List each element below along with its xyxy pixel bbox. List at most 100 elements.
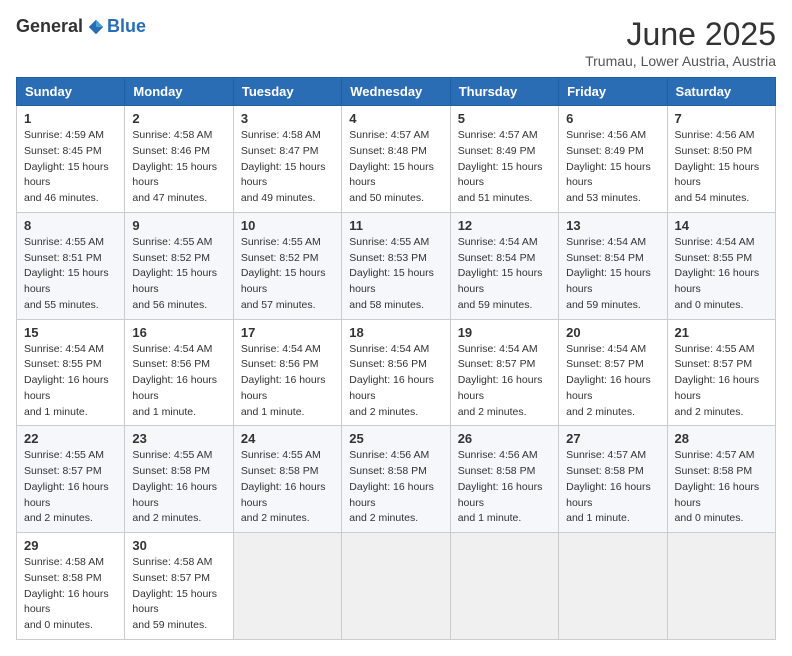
calendar-header-cell: Friday — [559, 78, 667, 106]
calendar-day-cell: 11 Sunrise: 4:55 AMSunset: 8:53 PMDayligh… — [342, 212, 450, 319]
day-number: 1 — [24, 111, 117, 126]
calendar-day-cell: 13Sunrise: 4:54 AMSunset: 8:54 PMDayligh… — [559, 212, 667, 319]
calendar-day-cell — [342, 533, 450, 640]
day-number: 4 — [349, 111, 442, 126]
day-number: 22 — [24, 431, 117, 446]
day-number: 8 — [24, 218, 117, 233]
calendar-day-cell: 19 Sunrise: 4:54 AMSunset: 8:57 PMDayligh… — [450, 319, 558, 426]
calendar-week-row: 22 Sunrise: 4:55 AMSunset: 8:57 PMDayligh… — [17, 426, 776, 533]
day-detail: Sunrise: 4:55 AMSunset: 8:58 PMDaylight:… — [132, 448, 225, 527]
day-number: 11 — [349, 218, 442, 233]
day-number: 10 — [241, 218, 334, 233]
day-detail: Sunrise: 4:56 AMSunset: 8:58 PMDaylight:… — [349, 448, 442, 527]
logo-general: General — [16, 16, 83, 37]
day-detail: Sunrise: 4:55 AMSunset: 8:52 PMDaylight:… — [132, 235, 225, 314]
day-detail: Sunrise: 4:55 AMSunset: 8:57 PMDaylight:… — [675, 342, 768, 421]
calendar-week-row: 15 Sunrise: 4:54 AMSunset: 8:55 PMDayligh… — [17, 319, 776, 426]
calendar-day-cell — [559, 533, 667, 640]
day-detail: Sunrise: 4:55 AMSunset: 8:57 PMDaylight:… — [24, 448, 117, 527]
day-detail: Sunrise: 4:55 AMSunset: 8:58 PMDaylight:… — [241, 448, 334, 527]
day-detail: Sunrise: 4:54 AMSunset: 8:57 PMDaylight:… — [566, 342, 659, 421]
day-number: 9 — [132, 218, 225, 233]
calendar-day-cell: 4 Sunrise: 4:57 AMSunset: 8:48 PMDaylight… — [342, 106, 450, 213]
day-detail: Sunrise: 4:54 AMSunset: 8:56 PMDaylight:… — [132, 342, 225, 421]
calendar-day-cell: 29 Sunrise: 4:58 AMSunset: 8:58 PMDayligh… — [17, 533, 125, 640]
day-detail: Sunrise: 4:58 AMSunset: 8:57 PMDaylight:… — [132, 555, 225, 634]
calendar-day-cell: 22 Sunrise: 4:55 AMSunset: 8:57 PMDayligh… — [17, 426, 125, 533]
calendar-week-row: 1 Sunrise: 4:59 AMSunset: 8:45 PMDaylight… — [17, 106, 776, 213]
day-number: 19 — [458, 325, 551, 340]
day-number: 23 — [132, 431, 225, 446]
day-number: 12 — [458, 218, 551, 233]
day-number: 7 — [675, 111, 768, 126]
calendar-week-row: 29 Sunrise: 4:58 AMSunset: 8:58 PMDayligh… — [17, 533, 776, 640]
day-detail: Sunrise: 4:55 AMSunset: 8:51 PMDaylight:… — [24, 235, 117, 314]
month-title: June 2025 — [585, 16, 776, 53]
day-number: 15 — [24, 325, 117, 340]
day-detail: Sunrise: 4:57 AMSunset: 8:58 PMDaylight:… — [675, 448, 768, 527]
calendar-header-cell: Thursday — [450, 78, 558, 106]
day-number: 30 — [132, 538, 225, 553]
day-detail: Sunrise: 4:54 AMSunset: 8:57 PMDaylight:… — [458, 342, 551, 421]
day-detail: Sunrise: 4:56 AMSunset: 8:49 PMDaylight:… — [566, 128, 659, 207]
calendar-day-cell: 16 Sunrise: 4:54 AMSunset: 8:56 PMDayligh… — [125, 319, 233, 426]
day-number: 29 — [24, 538, 117, 553]
calendar-day-cell: 10 Sunrise: 4:55 AMSunset: 8:52 PMDayligh… — [233, 212, 341, 319]
day-number: 25 — [349, 431, 442, 446]
day-detail: Sunrise: 4:58 AMSunset: 8:47 PMDaylight:… — [241, 128, 334, 207]
logo-icon — [87, 18, 105, 36]
calendar-day-cell: 6 Sunrise: 4:56 AMSunset: 8:49 PMDaylight… — [559, 106, 667, 213]
calendar-header-cell: Tuesday — [233, 78, 341, 106]
calendar-header: SundayMondayTuesdayWednesdayThursdayFrid… — [17, 78, 776, 106]
calendar-day-cell: 20 Sunrise: 4:54 AMSunset: 8:57 PMDayligh… — [559, 319, 667, 426]
calendar-day-cell: 7 Sunrise: 4:56 AMSunset: 8:50 PMDaylight… — [667, 106, 775, 213]
day-number: 18 — [349, 325, 442, 340]
day-detail: Sunrise: 4:57 AMSunset: 8:48 PMDaylight:… — [349, 128, 442, 207]
day-detail: Sunrise: 4:56 AMSunset: 8:50 PMDaylight:… — [675, 128, 768, 207]
calendar-day-cell: 3Sunrise: 4:58 AMSunset: 8:47 PMDaylight… — [233, 106, 341, 213]
calendar-day-cell: 18 Sunrise: 4:54 AMSunset: 8:56 PMDayligh… — [342, 319, 450, 426]
calendar-day-cell: 24Sunrise: 4:55 AMSunset: 8:58 PMDayligh… — [233, 426, 341, 533]
calendar-day-cell — [450, 533, 558, 640]
calendar-body: 1 Sunrise: 4:59 AMSunset: 8:45 PMDaylight… — [17, 106, 776, 640]
calendar-day-cell: 25 Sunrise: 4:56 AMSunset: 8:58 PMDayligh… — [342, 426, 450, 533]
calendar-day-cell: 17Sunrise: 4:54 AMSunset: 8:56 PMDayligh… — [233, 319, 341, 426]
day-detail: Sunrise: 4:59 AMSunset: 8:45 PMDaylight:… — [24, 128, 117, 207]
calendar-day-cell: 27Sunrise: 4:57 AMSunset: 8:58 PMDayligh… — [559, 426, 667, 533]
calendar-day-cell: 8 Sunrise: 4:55 AMSunset: 8:51 PMDaylight… — [17, 212, 125, 319]
day-detail: Sunrise: 4:55 AMSunset: 8:52 PMDaylight:… — [241, 235, 334, 314]
calendar-week-row: 8 Sunrise: 4:55 AMSunset: 8:51 PMDaylight… — [17, 212, 776, 319]
day-number: 17 — [241, 325, 334, 340]
day-number: 20 — [566, 325, 659, 340]
day-number: 28 — [675, 431, 768, 446]
day-number: 26 — [458, 431, 551, 446]
day-detail: Sunrise: 4:55 AMSunset: 8:53 PMDaylight:… — [349, 235, 442, 314]
day-detail: Sunrise: 4:56 AMSunset: 8:58 PMDaylight:… — [458, 448, 551, 527]
day-number: 27 — [566, 431, 659, 446]
location-subtitle: Trumau, Lower Austria, Austria — [585, 53, 776, 69]
page-header: General Blue June 2025 Trumau, Lower Aus… — [16, 16, 776, 69]
calendar-day-cell: 5Sunrise: 4:57 AMSunset: 8:49 PMDaylight… — [450, 106, 558, 213]
day-number: 13 — [566, 218, 659, 233]
day-detail: Sunrise: 4:57 AMSunset: 8:49 PMDaylight:… — [458, 128, 551, 207]
calendar-day-cell: 12 Sunrise: 4:54 AMSunset: 8:54 PMDayligh… — [450, 212, 558, 319]
day-detail: Sunrise: 4:54 AMSunset: 8:56 PMDaylight:… — [349, 342, 442, 421]
calendar-header-cell: Saturday — [667, 78, 775, 106]
calendar-header-cell: Monday — [125, 78, 233, 106]
calendar-day-cell — [667, 533, 775, 640]
calendar-day-cell: 23 Sunrise: 4:55 AMSunset: 8:58 PMDayligh… — [125, 426, 233, 533]
calendar-table: SundayMondayTuesdayWednesdayThursdayFrid… — [16, 77, 776, 640]
day-detail: Sunrise: 4:54 AMSunset: 8:55 PMDaylight:… — [24, 342, 117, 421]
calendar-day-cell: 28 Sunrise: 4:57 AMSunset: 8:58 PMDayligh… — [667, 426, 775, 533]
day-detail: Sunrise: 4:54 AMSunset: 8:55 PMDaylight:… — [675, 235, 768, 314]
calendar-day-cell: 1 Sunrise: 4:59 AMSunset: 8:45 PMDaylight… — [17, 106, 125, 213]
day-number: 2 — [132, 111, 225, 126]
logo-blue: Blue — [107, 16, 146, 37]
calendar-day-cell: 9 Sunrise: 4:55 AMSunset: 8:52 PMDaylight… — [125, 212, 233, 319]
day-detail: Sunrise: 4:54 AMSunset: 8:54 PMDaylight:… — [458, 235, 551, 314]
calendar-header-cell: Wednesday — [342, 78, 450, 106]
day-number: 16 — [132, 325, 225, 340]
day-number: 6 — [566, 111, 659, 126]
calendar-day-cell — [233, 533, 341, 640]
day-detail: Sunrise: 4:58 AMSunset: 8:58 PMDaylight:… — [24, 555, 117, 634]
